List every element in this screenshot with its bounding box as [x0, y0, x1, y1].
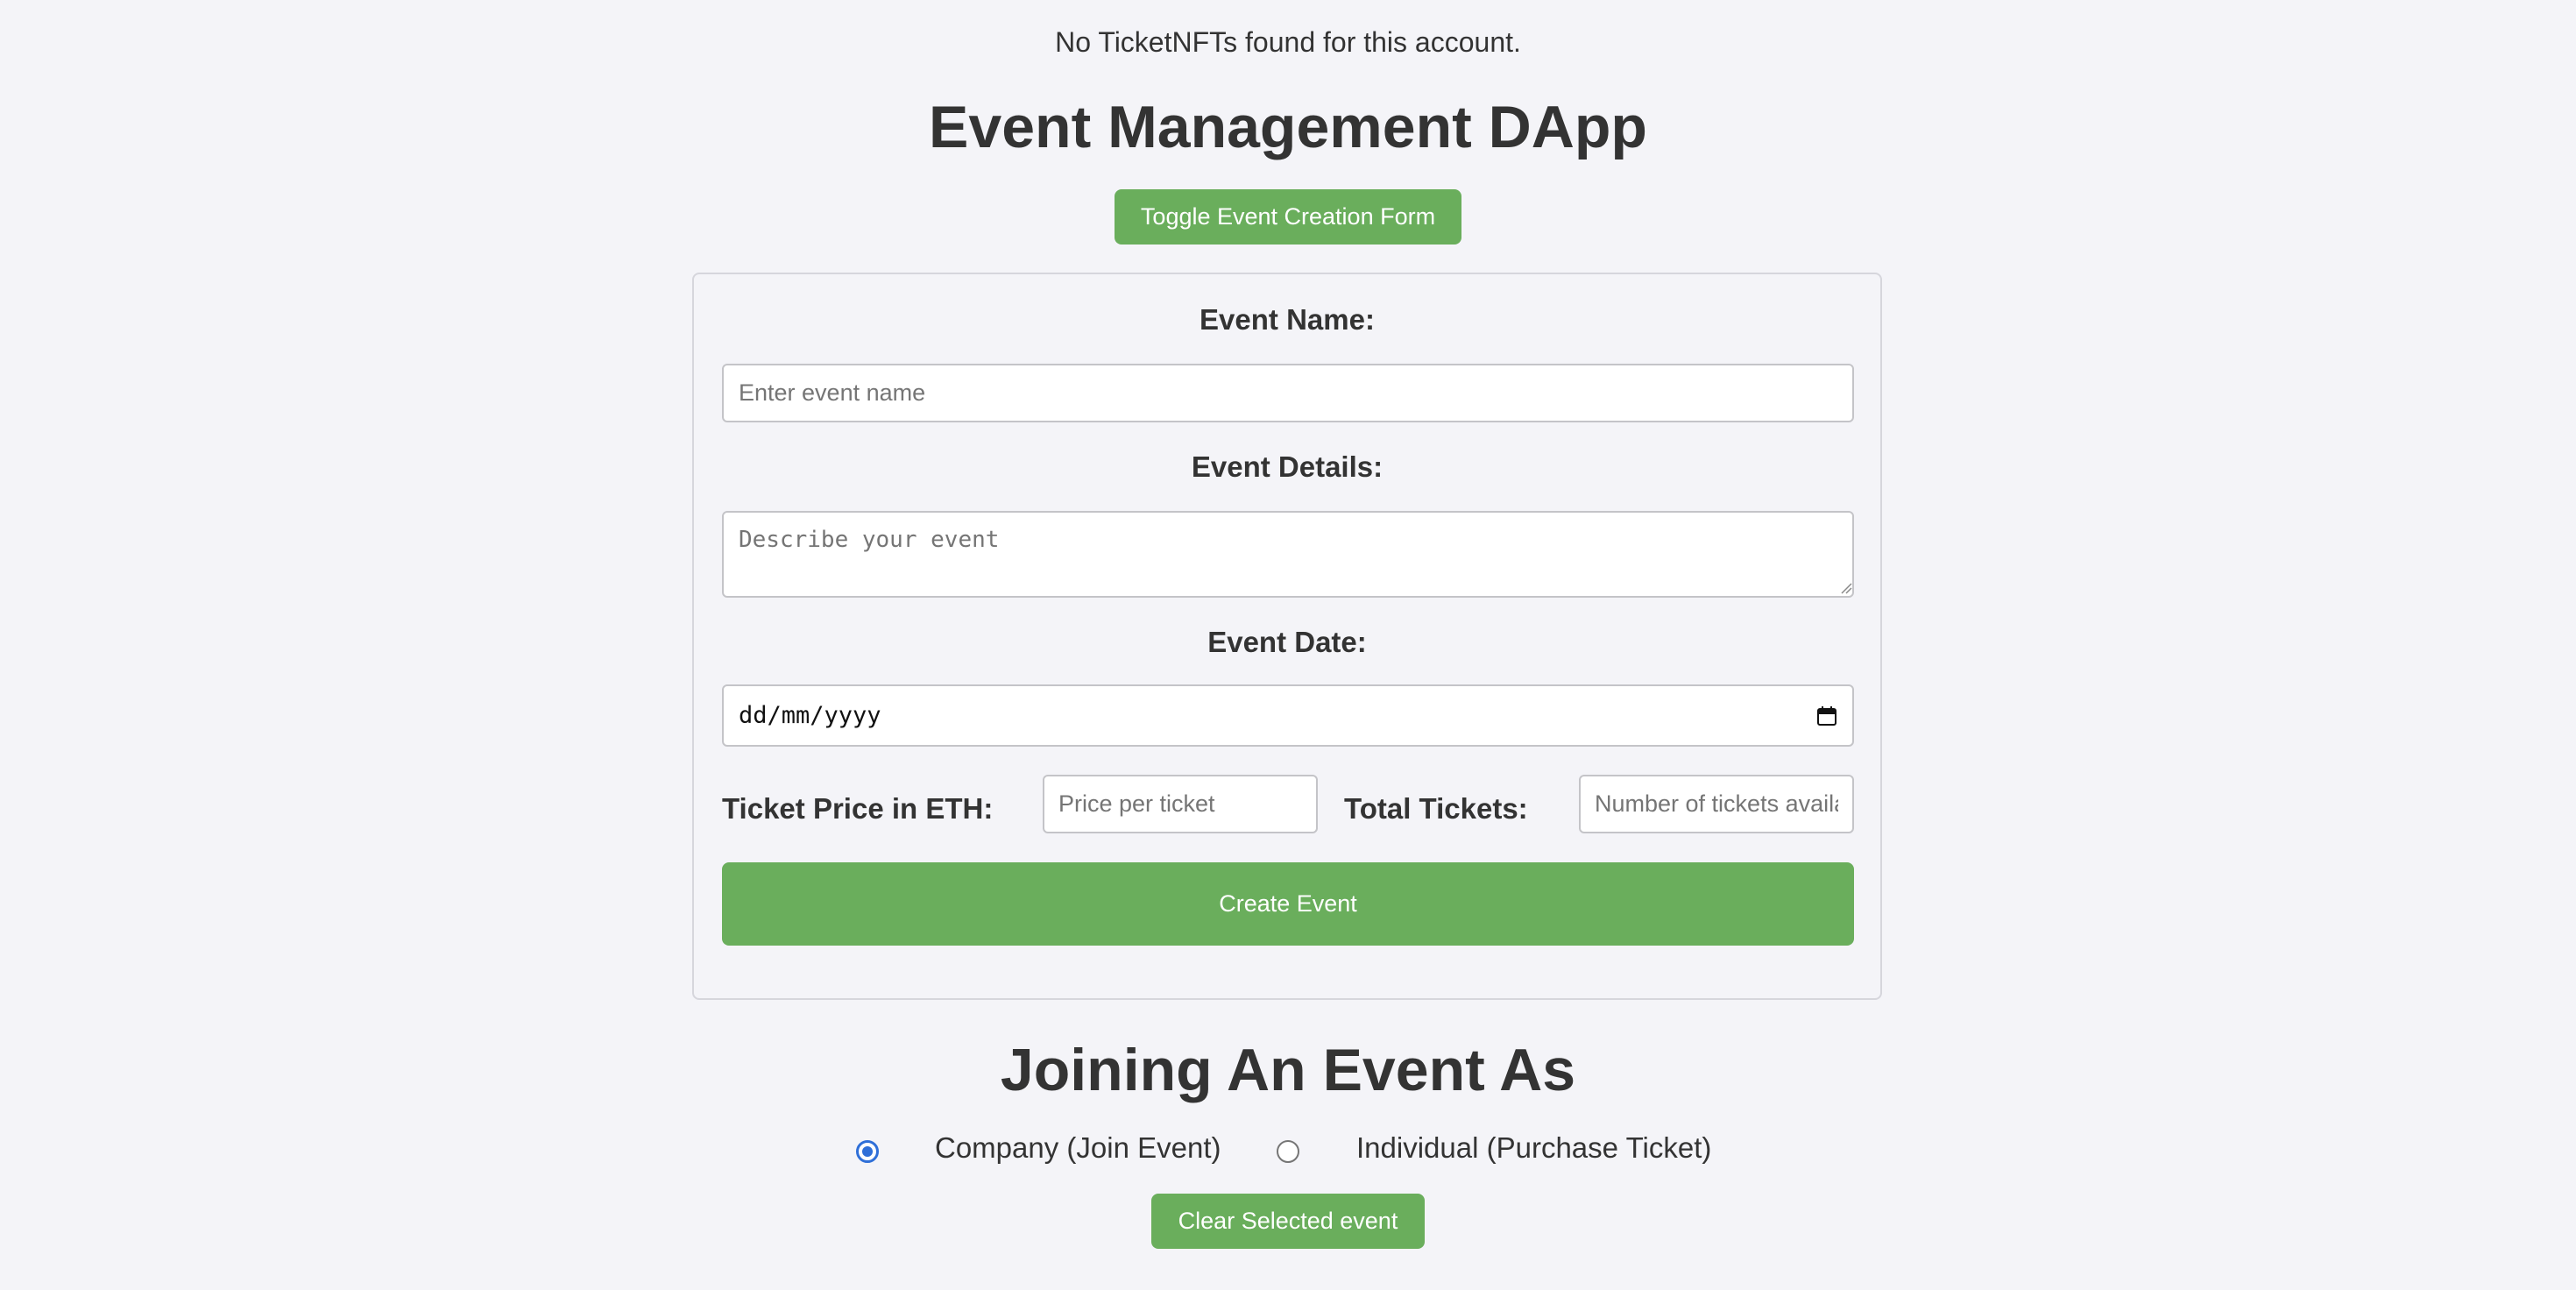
page-title: Event Management DApp: [929, 94, 1647, 160]
event-creation-form: Event Name: Event Details: Event Date: d…: [692, 273, 1882, 1000]
ticket-price-label: Ticket Price in ETH:: [722, 792, 994, 825]
joining-section-title: Joining An Event As: [1000, 1037, 1576, 1103]
total-tickets-label: Total Tickets:: [1344, 792, 1528, 825]
event-date-value: dd/mm/yyyy: [739, 702, 881, 729]
company-radio-label[interactable]: Company (Join Event): [935, 1131, 1221, 1166]
event-name-input[interactable]: [722, 364, 1854, 422]
individual-radio-label[interactable]: Individual (Purchase Ticket): [1356, 1131, 1711, 1166]
individual-radio[interactable]: [1277, 1140, 1299, 1163]
clear-selected-event-button[interactable]: Clear Selected event: [1151, 1194, 1425, 1249]
event-date-input[interactable]: dd/mm/yyyy: [722, 684, 1854, 747]
toggle-event-form-button[interactable]: Toggle Event Creation Form: [1115, 189, 1461, 245]
create-event-button[interactable]: Create Event: [722, 862, 1854, 946]
company-radio[interactable]: [856, 1140, 879, 1163]
page: No TicketNFTs found for this account. Ev…: [0, 0, 2576, 1290]
ticket-price-input[interactable]: [1043, 775, 1318, 833]
resize-handle-icon[interactable]: [1840, 582, 1852, 594]
event-details-label: Event Details:: [1191, 450, 1384, 483]
no-tickets-notice: No TicketNFTs found for this account.: [1055, 26, 1521, 58]
calendar-icon[interactable]: [1816, 705, 1837, 727]
total-tickets-input[interactable]: [1579, 775, 1854, 833]
event-date-label: Event Date:: [1207, 626, 1367, 658]
event-name-label: Event Name:: [1200, 303, 1375, 336]
event-details-textarea[interactable]: [722, 511, 1854, 598]
